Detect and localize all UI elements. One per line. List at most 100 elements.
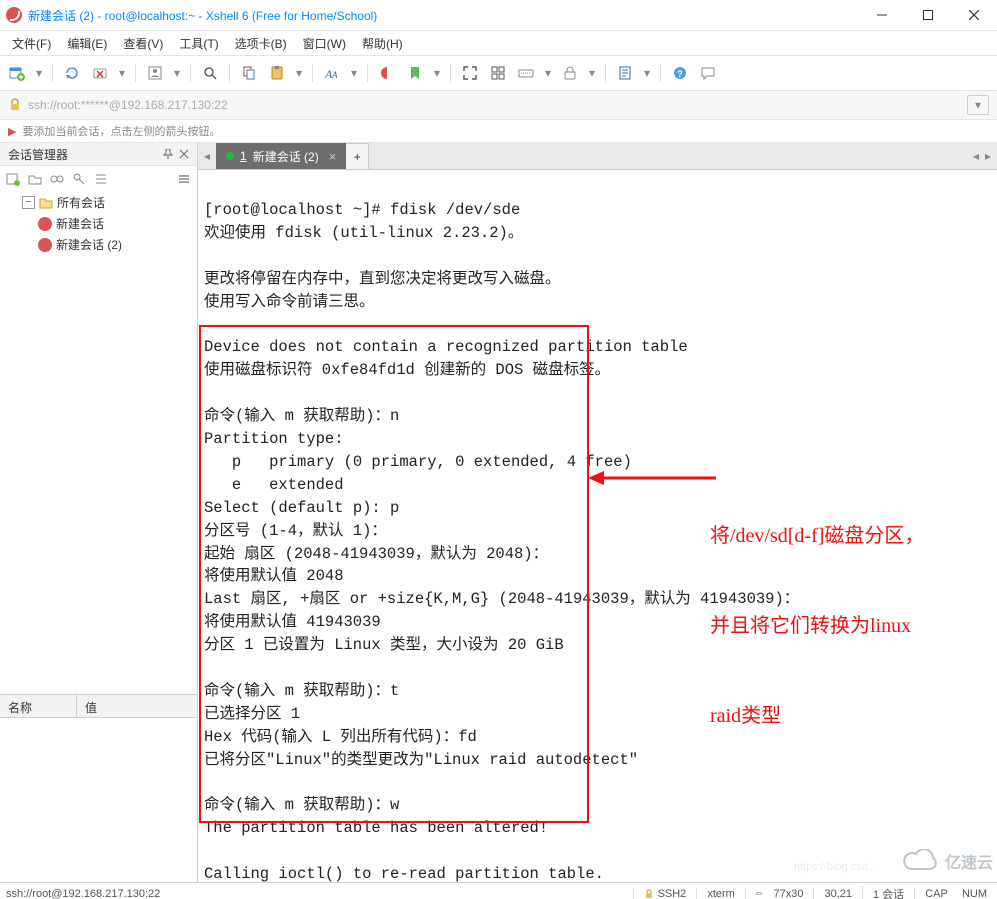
- tree-menu-icon[interactable]: [177, 172, 191, 186]
- dropdown-icon[interactable]: ▾: [172, 66, 182, 80]
- new-tab-button[interactable]: +: [345, 143, 369, 169]
- maximize-button[interactable]: [905, 0, 951, 30]
- dropdown-icon[interactable]: ▾: [432, 66, 442, 80]
- tab-scroll-left[interactable]: ◂: [198, 143, 216, 169]
- status-dot-icon: [226, 152, 234, 160]
- tree-item-label: 新建会话: [56, 215, 104, 232]
- profile-icon[interactable]: [144, 62, 166, 84]
- dropdown-icon[interactable]: ▾: [34, 66, 44, 80]
- close-button[interactable]: [951, 0, 997, 30]
- annotation-line2: 并且将它们转换为linux: [710, 611, 924, 641]
- tab-scroll-left-icon[interactable]: ◂: [973, 149, 979, 163]
- lock-view-icon[interactable]: [559, 62, 581, 84]
- dropdown-icon[interactable]: ▾: [543, 66, 553, 80]
- menu-file[interactable]: 文件(F): [6, 33, 57, 54]
- collapse-icon[interactable]: −: [22, 196, 35, 209]
- dropdown-icon[interactable]: ▾: [117, 66, 127, 80]
- dropdown-icon[interactable]: ▾: [349, 66, 359, 80]
- separator: [367, 64, 368, 82]
- main-area: 会话管理器 − 所有会话 新建会话: [0, 143, 997, 882]
- separator: [312, 64, 313, 82]
- copy-icon[interactable]: [238, 62, 260, 84]
- tree-link-icon[interactable]: [50, 172, 64, 186]
- close-icon[interactable]: [179, 149, 189, 159]
- menu-help[interactable]: 帮助(H): [356, 33, 409, 54]
- dropdown-icon[interactable]: ▾: [642, 66, 652, 80]
- font-icon[interactable]: AA: [321, 62, 343, 84]
- search-icon[interactable]: [199, 62, 221, 84]
- tab-session-1[interactable]: 1 新建会话 (2) ×: [216, 143, 346, 169]
- status-left: ssh://root@192.168.217.130:22: [0, 888, 633, 899]
- new-session-icon[interactable]: [6, 62, 28, 84]
- status-cursor: 30,21: [813, 888, 862, 899]
- tile-icon[interactable]: [487, 62, 509, 84]
- address-bar: ssh://root:******@192.168.217.130:22 ▾: [0, 91, 997, 120]
- session-icon: [38, 238, 52, 252]
- address-text[interactable]: ssh://root:******@192.168.217.130:22: [28, 98, 228, 112]
- tree-root[interactable]: − 所有会话: [0, 192, 197, 213]
- session-icon: [38, 217, 52, 231]
- annotation-line1: 将/dev/sd[d-f]磁盘分区，: [710, 521, 924, 551]
- tree-item[interactable]: 新建会话: [0, 213, 197, 234]
- paste-icon[interactable]: [266, 62, 288, 84]
- chat-icon[interactable]: [697, 62, 719, 84]
- window-title: 新建会话 (2) - root@localhost:~ - Xshell 6 (…: [28, 7, 859, 24]
- status-bar: ssh://root@192.168.217.130:22 SSH2 xterm…: [0, 882, 997, 899]
- tab-bar: ◂ 1 新建会话 (2) × + ◂ ▸: [198, 143, 997, 170]
- tab-scroll-right-icon[interactable]: ▸: [985, 149, 991, 163]
- separator: [660, 64, 661, 82]
- app-icon: [6, 7, 22, 23]
- status-cap: CAP NUM: [914, 888, 997, 899]
- keyboard-icon[interactable]: [515, 62, 537, 84]
- menu-edit[interactable]: 编辑(E): [61, 33, 113, 54]
- prop-col-name[interactable]: 名称: [0, 695, 77, 717]
- tree-new-icon[interactable]: [6, 172, 20, 186]
- help-icon[interactable]: ?: [669, 62, 691, 84]
- tree-item-label: 新建会话 (2): [56, 236, 122, 253]
- folder-icon: [39, 196, 53, 210]
- fullscreen-icon[interactable]: [459, 62, 481, 84]
- toolbar: ▾ ▾ ▾ ▾ AA ▾ ▾ ▾ ▾ ▾ ?: [0, 56, 997, 91]
- menu-window[interactable]: 窗口(W): [297, 33, 352, 54]
- tree-folder-icon[interactable]: [28, 172, 42, 186]
- pin-icon[interactable]: [163, 149, 173, 159]
- session-manager-pane: 会话管理器 − 所有会话 新建会话: [0, 143, 198, 882]
- window-controls: [859, 0, 997, 30]
- tab-label: 新建会话 (2): [253, 148, 319, 165]
- address-add-button[interactable]: ▾: [967, 95, 989, 115]
- flag-icon: ▶: [8, 125, 16, 138]
- session-tree[interactable]: − 所有会话 新建会话 新建会话 (2): [0, 166, 197, 694]
- separator: [229, 64, 230, 82]
- menu-view[interactable]: 查看(V): [117, 33, 169, 54]
- dropdown-icon[interactable]: ▾: [294, 66, 304, 80]
- status-term: xterm: [696, 888, 745, 899]
- tab-close-icon[interactable]: ×: [329, 149, 337, 164]
- tree-item[interactable]: 新建会话 (2): [0, 234, 197, 255]
- bookmark-icon[interactable]: [404, 62, 426, 84]
- svg-text:?: ?: [677, 69, 683, 79]
- reconnect-icon[interactable]: [61, 62, 83, 84]
- menu-tools[interactable]: 工具(T): [173, 33, 224, 54]
- minimize-button[interactable]: [859, 0, 905, 30]
- disconnect-icon[interactable]: [89, 62, 111, 84]
- hint-text: 要添加当前会话，点击左侧的箭头按钮。: [22, 123, 220, 139]
- dropdown-icon[interactable]: ▾: [587, 66, 597, 80]
- tree-list-icon[interactable]: [94, 172, 108, 186]
- script-icon[interactable]: [614, 62, 636, 84]
- status-size: ⇔ 77x30: [745, 888, 814, 899]
- window-titlebar: 新建会话 (2) - root@localhost:~ - Xshell 6 (…: [0, 0, 997, 31]
- color-scheme-icon[interactable]: [376, 62, 398, 84]
- separator: [135, 64, 136, 82]
- status-protocol: SSH2: [633, 888, 697, 899]
- tree-key-icon[interactable]: [72, 172, 86, 186]
- lock-icon: [8, 98, 22, 112]
- pane-title: 会话管理器: [0, 143, 197, 166]
- separator: [450, 64, 451, 82]
- property-grid: 名称 值: [0, 694, 197, 838]
- tree-toolbar: [0, 170, 197, 192]
- menu-tabs[interactable]: 选项卡(B): [229, 33, 293, 54]
- tree-root-label: 所有会话: [57, 194, 105, 211]
- annotation-text: 将/dev/sd[d-f]磁盘分区， 并且将它们转换为linux raid类型: [710, 461, 924, 791]
- prop-col-value[interactable]: 值: [77, 695, 105, 717]
- terminal[interactable]: [root@localhost ~]# fdisk /dev/sde 欢迎使用 …: [198, 170, 997, 882]
